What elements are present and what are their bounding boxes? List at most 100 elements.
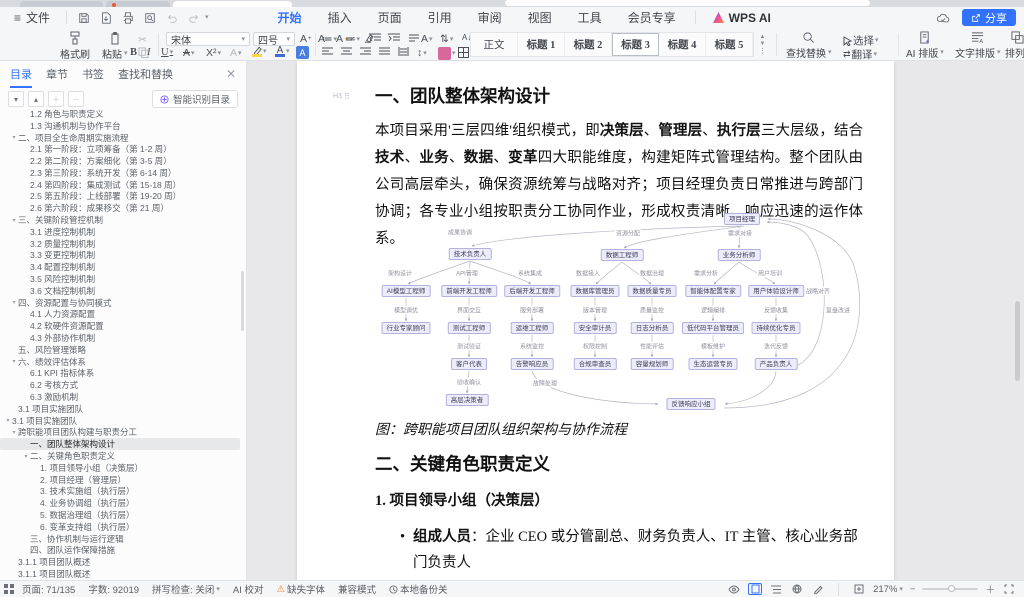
style-cell[interactable]: 正文 bbox=[471, 33, 518, 56]
outline-item[interactable]: ▾六、绩效评估体系 bbox=[0, 356, 240, 368]
outline-item[interactable]: 4. 业务协调组（执行层） bbox=[0, 497, 240, 509]
file-menu-button[interactable]: ≡ 文件 bbox=[0, 9, 60, 26]
outline-item[interactable]: 3.1 进度控制机制 bbox=[0, 226, 240, 238]
fullscreen-icon[interactable] bbox=[1002, 583, 1016, 595]
outline-item[interactable]: 5. 数据治理组（执行层） bbox=[0, 509, 240, 521]
outline-caret-icon[interactable]: ▾ bbox=[4, 417, 12, 424]
outline-item[interactable]: ▾跨职能项目团队构建与职责分工 bbox=[0, 427, 240, 439]
outline-item[interactable]: 3.4 配置控制机制 bbox=[0, 261, 240, 273]
outline-caret-icon[interactable]: ▾ bbox=[10, 217, 18, 224]
outline-item[interactable]: 2.6 第六阶段：成果移交（第 21 周） bbox=[0, 202, 240, 214]
outline-item[interactable]: 1.3 沟通机制与协作平台 bbox=[0, 120, 240, 132]
outline-item[interactable]: 4.2 软硬件资源配置 bbox=[0, 320, 240, 332]
underline-button[interactable]: U▾ bbox=[161, 47, 173, 58]
outline-item[interactable]: 6.3 激励机制 bbox=[0, 391, 240, 403]
font-size-select[interactable]: 四号▾ bbox=[253, 32, 295, 46]
increase-indent-button[interactable] bbox=[388, 33, 400, 43]
numbered-list-button[interactable]: ≕▾ bbox=[345, 33, 360, 45]
find-replace-button[interactable]: 查找替换▾ bbox=[786, 31, 832, 60]
outline-caret-icon[interactable]: ▾ bbox=[10, 429, 18, 436]
outline-item[interactable]: 2.1 第一阶段：立项筹备（第 1-2 周） bbox=[0, 143, 240, 155]
justify-button[interactable] bbox=[379, 47, 390, 56]
paragraph-spacing-button[interactable]: ↕▾ bbox=[417, 47, 427, 59]
outline-item[interactable]: 4.1 人力资源配置 bbox=[0, 309, 240, 321]
page-view-icon[interactable] bbox=[748, 583, 762, 595]
outline-item[interactable]: ▾二、关键角色职责定义 bbox=[0, 450, 240, 462]
bullet-list-button[interactable]: ≔▾ bbox=[322, 33, 337, 45]
decrease-indent-button[interactable] bbox=[369, 33, 381, 43]
outline-item[interactable]: 4.3 外部协作机制 bbox=[0, 332, 240, 344]
outline-item[interactable]: 3.6 文档控制机制 bbox=[0, 285, 240, 297]
outline-view-icon[interactable] bbox=[769, 583, 783, 595]
character-shading-button[interactable]: A bbox=[296, 46, 309, 59]
ribbon-tab[interactable]: 视图 bbox=[515, 6, 565, 29]
outline-item[interactable]: 6.1 KPI 指标体系 bbox=[0, 368, 240, 380]
status-item[interactable]: 页面: 71/135 bbox=[22, 582, 75, 596]
expand-all-button[interactable]: ▾ bbox=[8, 91, 24, 107]
style-cell[interactable]: 标题 4 bbox=[659, 33, 706, 56]
web-view-icon[interactable] bbox=[790, 583, 804, 595]
outline-item[interactable]: 3. 技术实施组（执行层） bbox=[0, 486, 240, 498]
outline-item[interactable]: 3.1.1 项目团队概述 bbox=[0, 556, 240, 568]
sidebar-scrollbar[interactable] bbox=[241, 271, 244, 331]
pen-annotate-icon[interactable] bbox=[811, 583, 825, 595]
style-cell[interactable]: 标题 2 bbox=[565, 33, 612, 56]
status-item[interactable]: AI 校对 bbox=[233, 582, 264, 596]
fit-page-icon[interactable] bbox=[852, 583, 866, 595]
style-gallery-scroll[interactable]: ▲▼⋮ bbox=[757, 32, 768, 57]
line-spacing-button[interactable]: ⇅▾ bbox=[440, 33, 453, 45]
outline-item[interactable]: 2.4 第四阶段：集成测试（第 15-18 周） bbox=[0, 179, 240, 191]
zoom-in-button[interactable]: ＋ bbox=[985, 582, 995, 596]
distribute-button[interactable] bbox=[398, 47, 409, 56]
sidebar-tab-bookmarks[interactable]: 书签 bbox=[82, 66, 104, 82]
phonetic-guide-button[interactable]: A▾ bbox=[230, 47, 242, 59]
select-button[interactable]: 选择▾ bbox=[843, 33, 879, 48]
ribbon-tab[interactable]: 开始 bbox=[265, 6, 315, 29]
status-item[interactable]: 兼容模式 bbox=[338, 582, 376, 596]
outline-item[interactable]: 1.2 角色与职责定义 bbox=[0, 108, 240, 120]
align-left-button[interactable] bbox=[322, 47, 333, 56]
superscript-button[interactable]: X²▾ bbox=[206, 47, 221, 59]
ribbon-tab[interactable]: 页面 bbox=[365, 6, 415, 29]
redo-button[interactable] bbox=[183, 10, 205, 26]
outline-item[interactable]: 3.3 变更控制机制 bbox=[0, 250, 240, 262]
outline-item[interactable]: 3.1.1 项目团队概述 bbox=[0, 568, 240, 580]
cut-button[interactable]: ✂ bbox=[138, 34, 147, 46]
strikethrough-button[interactable]: A▾ bbox=[183, 47, 195, 59]
outline-item[interactable]: 一、团队整体架构设计 bbox=[0, 438, 240, 450]
save-button[interactable] bbox=[73, 10, 95, 26]
export-pdf-button[interactable] bbox=[95, 10, 117, 26]
document-page[interactable]: H3⠿ 一、团队整体架构设计 本项目采用'三层四维'组织模式，即决策层、管理层、… bbox=[297, 61, 894, 580]
shading-button[interactable]: ▾ bbox=[438, 47, 456, 60]
outline-item[interactable]: ▾3.1 项目实施团队 bbox=[0, 415, 240, 427]
align-center-button[interactable] bbox=[341, 47, 352, 56]
smart-toc-button[interactable]: 智能识别目录 bbox=[152, 90, 238, 108]
outline-item[interactable]: 1. 项目领导小组（决策层） bbox=[0, 462, 240, 474]
text-layout-button[interactable]: A 文字排版▾ bbox=[955, 31, 1001, 60]
wps-ai-button[interactable]: WPS AI bbox=[712, 11, 771, 25]
bold-button[interactable]: B bbox=[130, 47, 137, 58]
outline-item[interactable]: 五、风险管理策略 bbox=[0, 344, 240, 356]
outline-item[interactable]: 3.2 质量控制机制 bbox=[0, 238, 240, 250]
status-grid-icon[interactable] bbox=[2, 583, 16, 595]
outline-item[interactable]: 2.3 第三阶段：系统开发（第 6-14 周） bbox=[0, 167, 240, 179]
heading-drag-handle[interactable]: H3⠿ bbox=[333, 92, 350, 101]
outline-caret-icon[interactable]: ▾ bbox=[10, 134, 18, 141]
undo-button[interactable] bbox=[161, 10, 183, 26]
promote-button[interactable]: ＋ bbox=[48, 91, 64, 107]
align-right-button[interactable] bbox=[360, 47, 371, 56]
format-painter-button[interactable]: 格式刷 bbox=[60, 31, 90, 61]
demote-button[interactable]: － bbox=[68, 91, 84, 107]
zoom-slider-knob[interactable] bbox=[948, 585, 955, 592]
quick-access-dropdown[interactable]: ▾ bbox=[205, 14, 209, 21]
italic-button[interactable]: I bbox=[147, 47, 151, 58]
sidebar-close-icon[interactable]: ✕ bbox=[226, 67, 236, 81]
highlight-color-button[interactable]: ▾ bbox=[251, 46, 267, 57]
style-cell[interactable]: 标题 3 bbox=[612, 33, 659, 56]
print-button[interactable] bbox=[117, 10, 139, 26]
ribbon-tab[interactable]: 工具 bbox=[565, 6, 615, 29]
zoom-slider[interactable] bbox=[922, 588, 978, 590]
outline-item[interactable]: 3.5 风险控制机制 bbox=[0, 273, 240, 285]
font-color-button[interactable]: A▾ bbox=[275, 46, 290, 57]
increase-font-button[interactable]: A+ bbox=[300, 33, 312, 45]
